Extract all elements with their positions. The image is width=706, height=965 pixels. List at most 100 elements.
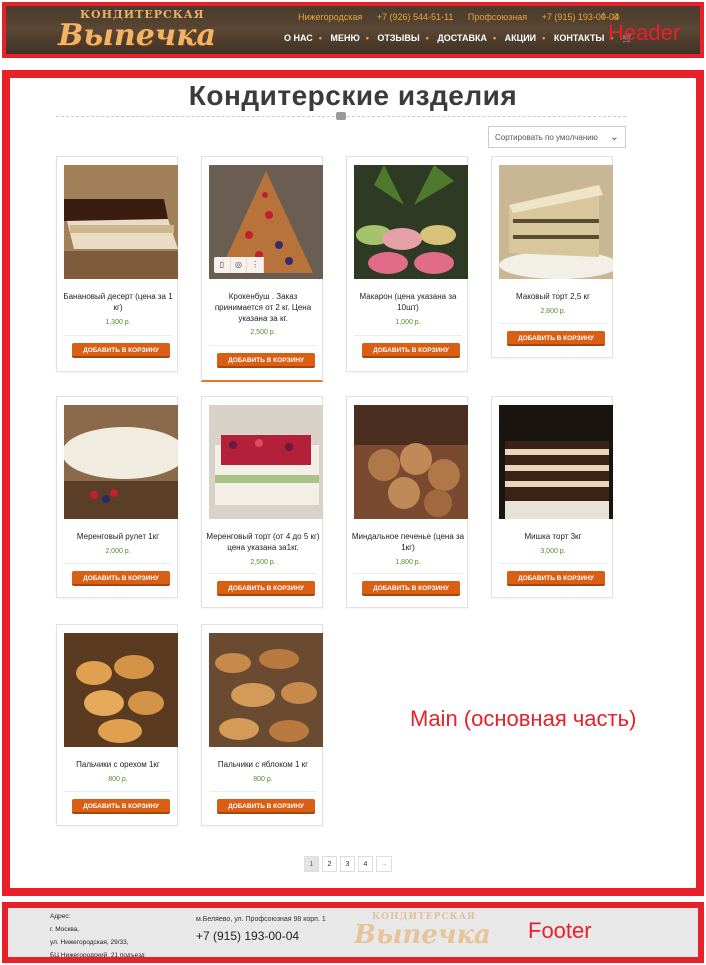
nav-dot: • (492, 33, 497, 43)
nav-item-about[interactable]: О НАС (284, 33, 313, 43)
product-card[interactable]: Мишка торт 3кг 3,000 р. ДОБАВИТЬ В КОРЗИ… (491, 396, 613, 598)
page-1: 1 (304, 856, 319, 872)
header-contacts: Нижегородская +7 (926) 544-51-11 Профсою… (298, 12, 631, 22)
page-2[interactable]: 2 (322, 856, 337, 872)
product-price: 2,800 р. (540, 308, 566, 315)
footer-phone[interactable]: +7 (915) 193-00-04 (196, 929, 299, 943)
product-card[interactable]: Меренговый рулет 1кг 2,000 р. ДОБАВИТЬ В… (56, 396, 178, 598)
product-price: 3,000 р. (540, 548, 566, 555)
product-image[interactable] (64, 405, 178, 519)
add-to-cart-button[interactable]: ДОБАВИТЬ В КОРЗИНУ (72, 799, 170, 814)
address-label: Адрес: (50, 913, 71, 920)
product-image[interactable] (499, 165, 613, 279)
product-price: 800 р. (253, 776, 273, 783)
add-to-cart-button[interactable]: ДОБАВИТЬ В КОРЗИНУ (362, 581, 460, 596)
product-name[interactable]: Меренговый рулет 1кг (61, 531, 175, 542)
page-3[interactable]: 3 (340, 856, 355, 872)
add-to-cart-button[interactable]: ДОБАВИТЬ В КОРЗИНУ (507, 331, 605, 346)
main-annotation: Main (основная часть) (410, 706, 637, 731)
nav-dot: • (365, 33, 369, 43)
card-divider (209, 791, 317, 792)
site-footer: Адрес: г. Москва, ул. Нижегородская, 29/… (2, 902, 704, 963)
nav-item-contacts[interactable]: КОНТАКТЫ (554, 33, 604, 43)
product-name[interactable]: Макарон (цена указана за 10шт) (351, 291, 465, 313)
add-to-cart-button[interactable]: ДОБАВИТЬ В КОРЗИНУ (72, 343, 170, 358)
next-page-arrow-icon[interactable]: → (376, 856, 392, 872)
product-image[interactable] (209, 405, 323, 519)
bookmark-icon[interactable]: ▯ (214, 257, 231, 273)
product-image[interactable] (499, 405, 613, 519)
main-nav: О НАС • МЕНЮ • ОТЗЫВЫ • ДОСТАВКА • АКЦИИ • КО… (284, 33, 647, 44)
facebook-icon[interactable]: f (602, 11, 605, 21)
chevron-down-icon: ⌄ (609, 131, 619, 143)
logo[interactable]: КОНДИТЕРСКАЯ Выпечка (56, 6, 216, 54)
nav-item-delivery[interactable]: ДОСТАВКА (437, 33, 487, 43)
product-card[interactable]: Пальчики с орехом 1кг 800 р. ДОБАВИТЬ В … (56, 624, 178, 826)
address-line: БЦ Нижегородский, 21 подъезд (50, 952, 145, 959)
pagination: 1 2 3 4 → (304, 856, 395, 872)
address-line: ул. Нижегородская, 29/33, (50, 939, 129, 946)
page-4[interactable]: 4 (358, 856, 373, 872)
footer-metro-address: м.Беляево, ул. Профсоюзная 98 корп. 1 (196, 916, 326, 923)
product-price: 2,000 р. (105, 548, 131, 555)
card-divider (209, 573, 317, 574)
product-image[interactable] (354, 405, 468, 519)
product-card[interactable]: ▯ ◎ ⋮ Крокенбуш . Заказ принимается от 2… (201, 156, 323, 382)
main-content: Кондитерские изделия Сортировать по умол… (2, 70, 704, 896)
card-divider (354, 573, 462, 574)
camera-icon[interactable]: ◎ (231, 257, 248, 273)
product-image[interactable] (64, 165, 178, 279)
metro-profsoyuznaya: Профсоюзная (467, 12, 528, 22)
header-annotation: Header (608, 20, 681, 45)
product-name[interactable]: Мишка торт 3кг (496, 531, 610, 542)
add-to-cart-button[interactable]: ДОБАВИТЬ В КОРЗИНУ (72, 571, 170, 586)
card-divider (354, 335, 462, 336)
site-header: КОНДИТЕРСКАЯ Выпечка Нижегородская +7 (9… (2, 2, 704, 58)
card-divider (64, 563, 172, 564)
page-title: Кондитерские изделия (188, 80, 518, 111)
product-price: 1,300 р. (105, 319, 131, 326)
add-to-cart-button[interactable]: ДОБАВИТЬ В КОРЗИНУ (507, 571, 605, 586)
more-icon[interactable]: ⋮ (247, 257, 265, 273)
product-image[interactable] (209, 633, 323, 747)
footer-logo-title: Выпечка (354, 920, 491, 950)
nav-dot: • (425, 33, 429, 43)
cake-icon (336, 112, 346, 120)
card-divider (64, 791, 172, 792)
product-image[interactable] (64, 633, 178, 747)
address-line: г. Москва, (50, 926, 80, 933)
product-card[interactable]: Пальчики с яблоком 1 кг 800 р. ДОБАВИТЬ … (201, 624, 323, 826)
product-price: 2,500 р. (250, 559, 276, 566)
nav-item-promotions[interactable]: АКЦИИ (505, 33, 537, 43)
product-price: 800 р. (108, 776, 128, 783)
product-price: 1,000 р. (395, 319, 421, 326)
product-card[interactable]: Миндальное печенье (цена за 1кг) 1,800 р… (346, 396, 468, 608)
product-card[interactable]: Банановый десерт (цена за 1 кг) 1,300 р.… (56, 156, 178, 372)
product-name[interactable]: Меренговый торт (от 4 до 5 кг) цена указ… (206, 531, 320, 553)
card-divider (499, 563, 607, 564)
phone-link-1[interactable]: +7 (926) 544-51-11 (377, 12, 454, 22)
product-price: 1,800 р. (395, 559, 421, 566)
add-to-cart-button[interactable]: ДОБАВИТЬ В КОРЗИНУ (362, 343, 460, 358)
product-name[interactable]: Пальчики с орехом 1кг (61, 759, 175, 770)
add-to-cart-button[interactable]: ДОБАВИТЬ В КОРЗИНУ (217, 353, 315, 368)
product-card[interactable]: Маковый торт 2,5 кг 2,800 р. ДОБАВИТЬ В … (491, 156, 613, 358)
product-name[interactable]: Банановый десерт (цена за 1 кг) (61, 291, 175, 313)
product-card[interactable]: Меренговый торт (от 4 до 5 кг) цена указ… (201, 396, 323, 608)
add-to-cart-button[interactable]: ДОБАВИТЬ В КОРЗИНУ (217, 799, 315, 814)
product-name[interactable]: Миндальное печенье (цена за 1кг) (351, 531, 465, 553)
product-image[interactable] (354, 165, 468, 279)
card-divider (209, 345, 317, 346)
nav-item-menu[interactable]: МЕНЮ (330, 33, 359, 43)
product-card[interactable]: Макарон (цена указана за 10шт) 1,000 р. … (346, 156, 468, 372)
nav-dot: • (318, 33, 322, 43)
add-to-cart-button[interactable]: ДОБАВИТЬ В КОРЗИНУ (217, 581, 315, 596)
nav-item-reviews[interactable]: ОТЗЫВЫ (377, 33, 419, 43)
product-price: 2,500 р. (250, 329, 276, 336)
product-name[interactable]: Маковый торт 2,5 кг (496, 291, 610, 302)
logo-title: Выпечка (58, 18, 216, 53)
product-name[interactable]: Крокенбуш . Заказ принимается от 2 кг. Ц… (206, 291, 320, 324)
footer-logo[interactable]: КОНДИТЕРСКАЯ Выпечка (348, 910, 491, 957)
sort-select[interactable]: Сортировать по умолчанию ⌄ (488, 126, 626, 148)
product-name[interactable]: Пальчики с яблоком 1 кг (206, 759, 320, 770)
